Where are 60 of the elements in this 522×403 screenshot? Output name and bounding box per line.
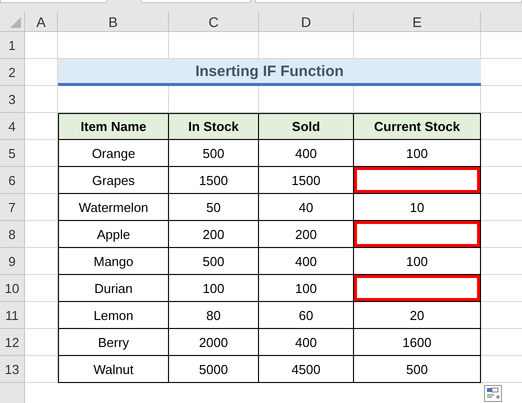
row-number[interactable]: 1 (0, 32, 25, 59)
column-header[interactable] (481, 12, 522, 32)
table-cell: 2000 (169, 329, 259, 356)
table-cell: 10 (354, 194, 481, 221)
table-cell: Durian (58, 275, 169, 302)
table-header: Sold (259, 113, 354, 140)
table-cell: Mango (58, 248, 169, 275)
table-cell: Apple (58, 221, 169, 248)
row-number[interactable]: 13 (0, 356, 25, 383)
table-cell: 4500 (259, 356, 354, 383)
column-header[interactable]: C (169, 12, 259, 32)
row-number[interactable]: 9 (0, 248, 25, 275)
sheet-title: Inserting IF Function (58, 59, 481, 86)
column-header[interactable]: B (58, 12, 169, 32)
row-number[interactable]: 5 (0, 140, 25, 167)
table-cell: 200 (259, 221, 354, 248)
row-number[interactable]: 7 (0, 194, 25, 221)
table-cell: 1600 (354, 329, 481, 356)
column-header[interactable]: E (354, 12, 481, 32)
table-cell: 5000 (169, 356, 259, 383)
table-cell: 100 (354, 140, 481, 167)
table-cell: 500 (169, 140, 259, 167)
table-cell: 100 (169, 275, 259, 302)
row-number[interactable]: 6 (0, 167, 25, 194)
table-cell: 20 (354, 302, 481, 329)
table-cell: 40 (259, 194, 354, 221)
table-cell: 80 (169, 302, 259, 329)
table-cell: 500 (169, 248, 259, 275)
quick-analysis-icon[interactable] (484, 385, 502, 402)
table-cell: 1500 (259, 167, 354, 194)
table-cell: Watermelon (58, 194, 169, 221)
column-header[interactable]: A (25, 12, 58, 32)
table-cell: Orange (58, 140, 169, 167)
table-cell: Berry (58, 329, 169, 356)
row-number[interactable]: 4 (0, 113, 25, 140)
row-number[interactable]: 2 (0, 59, 25, 86)
table-cell: 400 (259, 140, 354, 167)
row-number[interactable]: 3 (0, 86, 25, 113)
table-cell: Grapes (58, 167, 169, 194)
table-cell: 100 (354, 248, 481, 275)
column-header[interactable]: D (259, 12, 354, 32)
table-header: Item Name (58, 113, 169, 140)
row-header-strip (0, 383, 25, 403)
table-cell: Lemon (58, 302, 169, 329)
table-cell: 500 (354, 356, 481, 383)
table-cell: Walnut (58, 356, 169, 383)
table-cell: 200 (169, 221, 259, 248)
row-number[interactable]: 10 (0, 275, 25, 302)
row-number[interactable]: 11 (0, 302, 25, 329)
table-header: In Stock (169, 113, 259, 140)
table-cell: 100 (259, 275, 354, 302)
table-cell: 60 (259, 302, 354, 329)
row-number[interactable]: 8 (0, 221, 25, 248)
table-cell: 400 (259, 248, 354, 275)
row-number[interactable]: 12 (0, 329, 25, 356)
table-cell: 50 (169, 194, 259, 221)
table-cell: 1500 (169, 167, 259, 194)
select-all-icon[interactable] (10, 17, 21, 28)
table-cell: 400 (259, 329, 354, 356)
table-header: Current Stock (354, 113, 481, 140)
